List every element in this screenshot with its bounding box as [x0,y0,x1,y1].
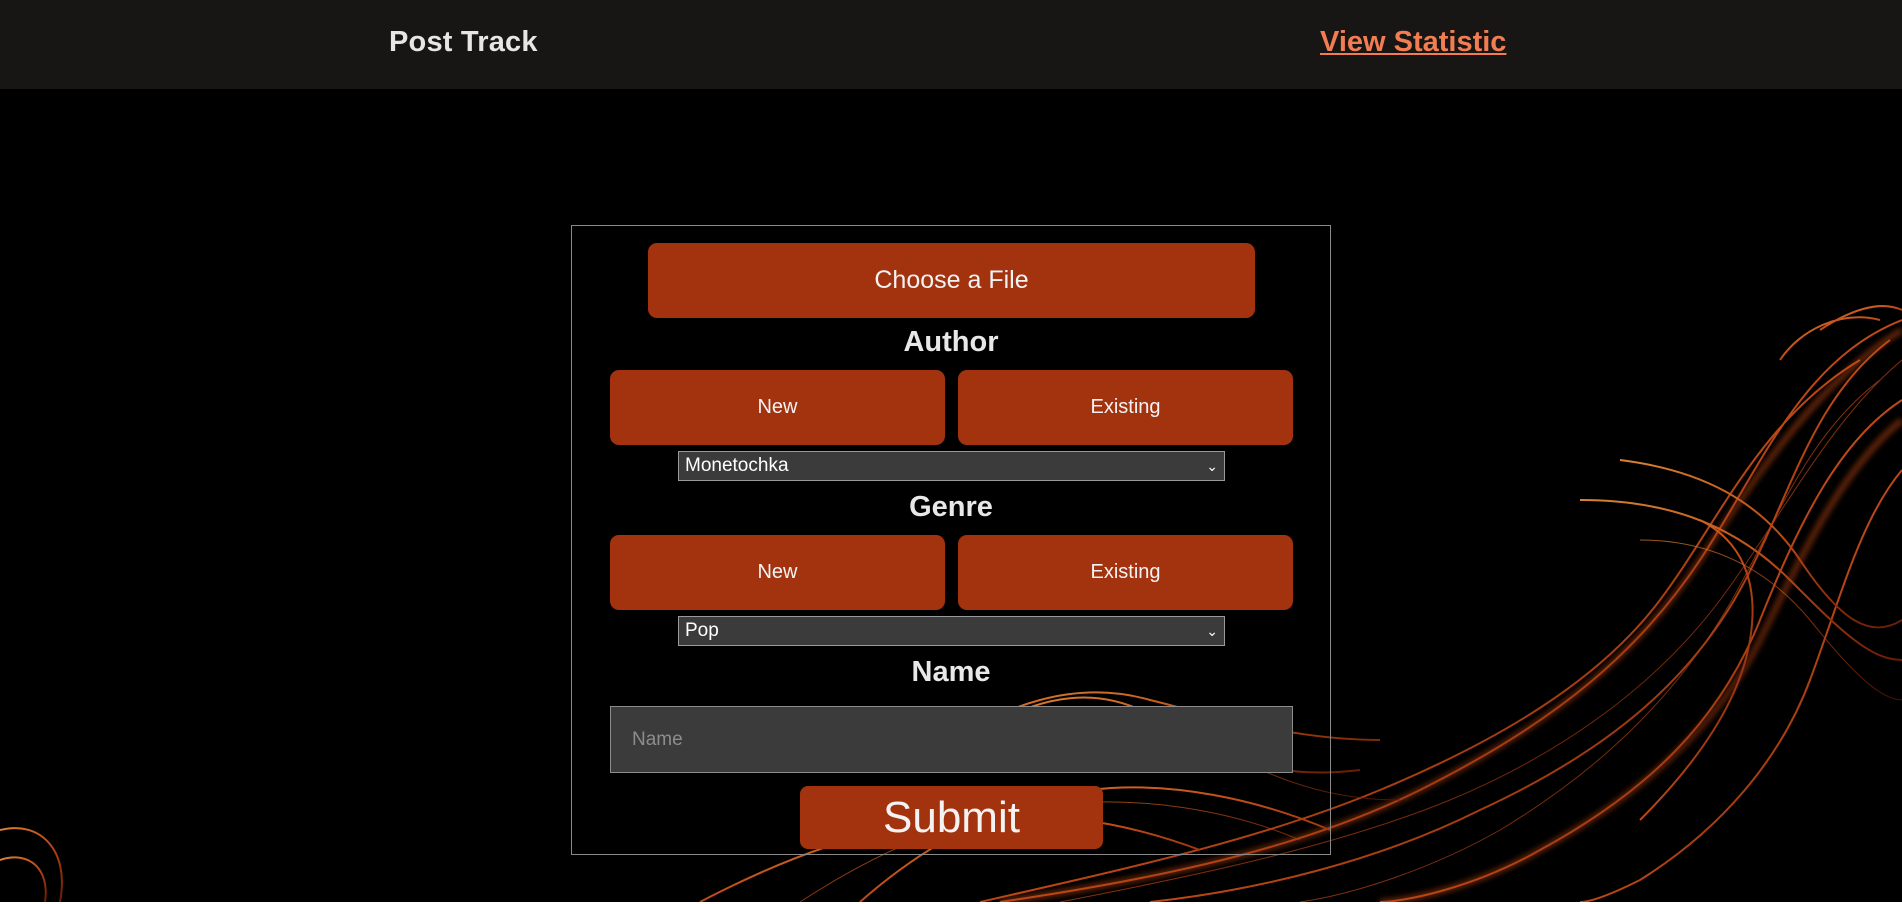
chevron-down-icon: ⌄ [1206,623,1218,639]
choose-file-button[interactable]: Choose a File [648,243,1255,318]
genre-existing-button[interactable]: Existing [958,535,1293,610]
name-heading: Name [911,656,991,688]
author-select-value: Monetochka [685,455,789,476]
author-existing-button[interactable]: Existing [958,370,1293,445]
author-select[interactable]: Monetochka ⌄ [678,451,1225,481]
genre-select[interactable]: Pop ⌄ [678,616,1225,646]
page-viewport: Post Track View Statistic Choose a File … [0,0,1902,902]
view-statistic-link[interactable]: View Statistic [1320,26,1506,59]
genre-heading: Genre [909,491,993,523]
chevron-down-icon: ⌄ [1206,458,1218,474]
genre-new-button[interactable]: New [610,535,945,610]
submit-button[interactable]: Submit [800,786,1103,849]
author-heading: Author [903,326,999,358]
genre-select-value: Pop [685,620,719,641]
top-navbar: Post Track View Statistic [0,0,1902,89]
brand-title: Post Track [389,26,538,58]
post-track-form: Choose a File Author New Existing Moneto… [571,225,1331,855]
name-input[interactable]: Name [610,706,1293,773]
author-new-button[interactable]: New [610,370,945,445]
